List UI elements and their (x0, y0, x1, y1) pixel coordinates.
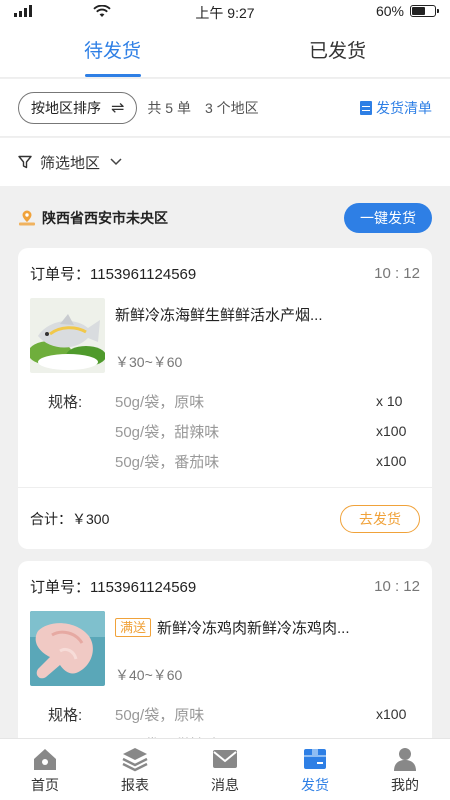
product-name: 新鲜冷冻海鲜生鲜鲜活水产烟... (115, 307, 323, 324)
spec-row: 规格: 50g/袋，原味 x 10 (48, 386, 420, 416)
nav-home[interactable]: 首页 (0, 739, 90, 800)
nav-shipping[interactable]: 发货 (270, 739, 360, 800)
product-item[interactable]: 满送 新鲜冷冻鸡肉新鲜冷冻鸡肉... ￥40~￥60 (18, 611, 432, 689)
chevron-down-icon (110, 155, 122, 169)
spec-quantity: x100 (376, 453, 407, 469)
spec-value: 50g/袋，原味 (115, 706, 205, 724)
tab-shipped[interactable]: 已发货 (225, 22, 450, 77)
ship-order-button[interactable]: 去发货 (340, 504, 420, 533)
order-tabs: 待发货 已发货 (0, 22, 450, 78)
sort-by-region-button[interactable]: 按地区排序 ⇌ (18, 91, 138, 124)
region-count: 3 个地区 (204, 99, 259, 116)
region-name: 陕西省西安市未央区 (42, 210, 168, 226)
order-number: 1153961124569 (90, 265, 197, 283)
sort-label: 按地区排序 (31, 99, 101, 116)
filter-label: 筛选地区 (40, 154, 101, 172)
order-time: 10 : 12 (374, 264, 420, 282)
tab-pending-shipment[interactable]: 待发货 (0, 22, 225, 77)
product-image (30, 611, 105, 686)
product-name: 新鲜冷冻鸡肉新鲜冷冻鸡肉... (157, 620, 350, 637)
region-filter[interactable]: 筛选地区 (0, 138, 450, 186)
spec-list: 规格: 50g/袋，原味 x 10 50g/袋，甜辣味 x100 50g/袋，番… (18, 376, 432, 476)
spec-label: 规格: (48, 393, 83, 411)
clock: 上午 9:27 (195, 5, 255, 21)
spec-quantity: x100 (376, 706, 407, 722)
shipping-list-link[interactable]: 发货清单 (360, 98, 432, 118)
filter-icon (18, 155, 32, 169)
ship-all-button[interactable]: 一键发货 (344, 203, 432, 233)
spec-value: 50g/袋，甜辣味 (115, 423, 220, 441)
spec-value: 50g/袋，原味 (115, 393, 205, 411)
spec-row: 规格: 50g/袋，原味 x100 (48, 699, 420, 729)
bottom-nav: 首页 报表 消息 发货 我的 (0, 738, 450, 800)
spec-value: 50g/袋，番茄味 (115, 453, 220, 471)
order-card: 订单号：1153961124569 10 : 12 新鲜冷冻海鲜生鲜鲜活水产烟.… (18, 248, 432, 549)
map-pin-icon (18, 209, 36, 227)
nav-profile[interactable]: 我的 (360, 739, 450, 800)
battery-icon (410, 5, 439, 17)
nav-label: 报表 (121, 776, 149, 793)
spec-quantity: x 10 (376, 393, 403, 409)
spec-quantity: x100 (376, 423, 407, 439)
spec-label: 规格: (48, 706, 83, 724)
spec-row: 50g/袋，番茄味 x100 (48, 446, 420, 476)
document-icon (360, 100, 372, 115)
order-total: 合计：￥300 (30, 510, 110, 527)
product-image (30, 298, 105, 373)
spec-row: 50g/袋，甜辣味 x100 (48, 416, 420, 446)
nav-label: 消息 (211, 776, 239, 793)
nav-reports[interactable]: 报表 (90, 739, 180, 800)
layers-icon (122, 747, 148, 771)
nav-label: 我的 (391, 776, 419, 793)
nav-messages[interactable]: 消息 (180, 739, 270, 800)
promo-badge: 满送 (115, 618, 152, 637)
product-item[interactable]: 新鲜冷冻海鲜生鲜鲜活水产烟... ￥30~￥60 (18, 298, 432, 376)
nav-label: 发货 (301, 776, 329, 793)
nav-label: 首页 (31, 776, 59, 793)
order-number-label: 订单号： (30, 578, 91, 596)
status-bar: 上午 9:27 60% (0, 0, 450, 22)
order-number-label: 订单号： (30, 265, 91, 283)
swap-icon: ⇌ (111, 99, 125, 117)
user-icon (394, 747, 416, 771)
order-time: 10 : 12 (374, 577, 420, 595)
box-icon (304, 748, 326, 769)
shipping-list-label: 发货清单 (376, 99, 432, 116)
mail-icon (213, 749, 237, 768)
region-header: 陕西省西安市未央区 一键发货 (0, 200, 450, 236)
product-price: ￥30~￥60 (115, 354, 183, 370)
home-icon (34, 748, 56, 770)
order-count: 共 5 单 (147, 99, 191, 116)
toolbar: 按地区排序 ⇌ 共 5 单 3 个地区 发货清单 (0, 79, 450, 137)
product-price: ￥40~￥60 (115, 667, 183, 683)
order-number: 1153961124569 (90, 578, 197, 596)
